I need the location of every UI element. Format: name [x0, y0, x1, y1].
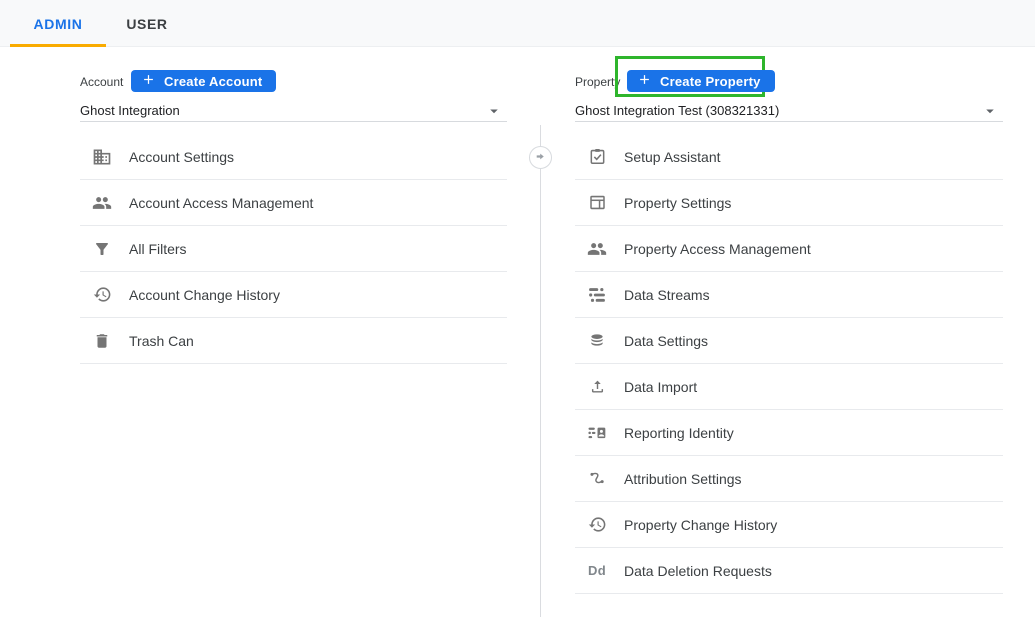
- property-menu: Setup Assistant Property Settings Property…: [575, 134, 1003, 594]
- plus-icon: [141, 72, 156, 90]
- menu-item-setup-assistant[interactable]: Setup Assistant: [575, 134, 1003, 180]
- menu-item-property-access-management[interactable]: Property Access Management: [575, 226, 1003, 272]
- menu-item-label: Account Access Management: [129, 195, 313, 211]
- dd-icon: Dd: [587, 561, 607, 581]
- create-account-button[interactable]: Create Account: [131, 70, 276, 92]
- tab-user-label: USER: [126, 16, 167, 32]
- menu-item-property-settings[interactable]: Property Settings: [575, 180, 1003, 226]
- chevron-down-icon: [981, 102, 999, 120]
- menu-item-label: Trash Can: [129, 333, 194, 349]
- menu-item-label: Data Streams: [624, 287, 710, 303]
- upload-icon: [587, 377, 607, 397]
- menu-item-label: Reporting Identity: [624, 425, 734, 441]
- menu-item-property-change-history[interactable]: Property Change History: [575, 502, 1003, 548]
- plus-icon: [637, 72, 652, 90]
- property-settings-icon: [587, 193, 607, 213]
- menu-item-data-settings[interactable]: Data Settings: [575, 318, 1003, 364]
- history-icon: [587, 515, 607, 535]
- account-selector-value: Ghost Integration: [80, 103, 180, 118]
- menu-item-trash-can[interactable]: Trash Can: [80, 318, 507, 364]
- menu-item-label: Data Settings: [624, 333, 708, 349]
- tab-admin[interactable]: ADMIN: [10, 0, 106, 47]
- menu-item-label: Data Import: [624, 379, 697, 395]
- chevron-down-icon: [485, 102, 503, 120]
- data-streams-icon: [587, 285, 607, 305]
- database-icon: [587, 331, 607, 351]
- account-menu: Account Settings Account Access Managemen…: [80, 134, 507, 364]
- people-icon: [92, 193, 112, 213]
- reporting-identity-icon: [587, 423, 607, 443]
- tab-user[interactable]: USER: [106, 0, 188, 47]
- building-icon: [92, 147, 112, 167]
- menu-item-label: Attribution Settings: [624, 471, 742, 487]
- account-selector[interactable]: Ghost Integration: [80, 101, 507, 122]
- menu-item-account-settings[interactable]: Account Settings: [80, 134, 507, 180]
- create-property-button[interactable]: Create Property: [627, 70, 775, 92]
- menu-item-data-streams[interactable]: Data Streams: [575, 272, 1003, 318]
- filter-icon: [92, 239, 112, 259]
- create-account-button-label: Create Account: [164, 74, 262, 89]
- property-selector[interactable]: Ghost Integration Test (308321331): [575, 101, 1003, 122]
- account-section-label: Account: [80, 75, 123, 89]
- menu-item-label: Property Change History: [624, 517, 777, 533]
- menu-item-all-filters[interactable]: All Filters: [80, 226, 507, 272]
- menu-item-label: Property Settings: [624, 195, 731, 211]
- property-section-label: Property: [575, 75, 620, 89]
- menu-item-reporting-identity[interactable]: Reporting Identity: [575, 410, 1003, 456]
- collapse-account-panel-button[interactable]: [529, 146, 552, 169]
- menu-item-account-access-management[interactable]: Account Access Management: [80, 180, 507, 226]
- menu-item-label: Data Deletion Requests: [624, 563, 772, 579]
- admin-user-tab-bar: ADMIN USER: [0, 0, 1035, 47]
- history-icon: [92, 285, 112, 305]
- menu-item-data-import[interactable]: Data Import: [575, 364, 1003, 410]
- menu-item-label: Setup Assistant: [624, 149, 721, 165]
- setup-assistant-icon: [587, 147, 607, 167]
- menu-item-account-change-history[interactable]: Account Change History: [80, 272, 507, 318]
- active-tab-underline: [10, 44, 106, 47]
- menu-item-attribution-settings[interactable]: Attribution Settings: [575, 456, 1003, 502]
- create-property-button-label: Create Property: [660, 74, 761, 89]
- arrow-right-icon: [534, 150, 547, 166]
- attribution-icon: [587, 469, 607, 489]
- menu-item-label: Account Change History: [129, 287, 280, 303]
- menu-item-label: Property Access Management: [624, 241, 811, 257]
- tab-admin-label: ADMIN: [34, 16, 83, 32]
- property-selector-value: Ghost Integration Test (308321331): [575, 103, 779, 118]
- menu-item-label: All Filters: [129, 241, 187, 257]
- trash-icon: [92, 331, 112, 351]
- menu-item-data-deletion-requests[interactable]: Dd Data Deletion Requests: [575, 548, 1003, 594]
- menu-item-label: Account Settings: [129, 149, 234, 165]
- people-icon: [587, 239, 607, 259]
- column-divider: [540, 125, 541, 617]
